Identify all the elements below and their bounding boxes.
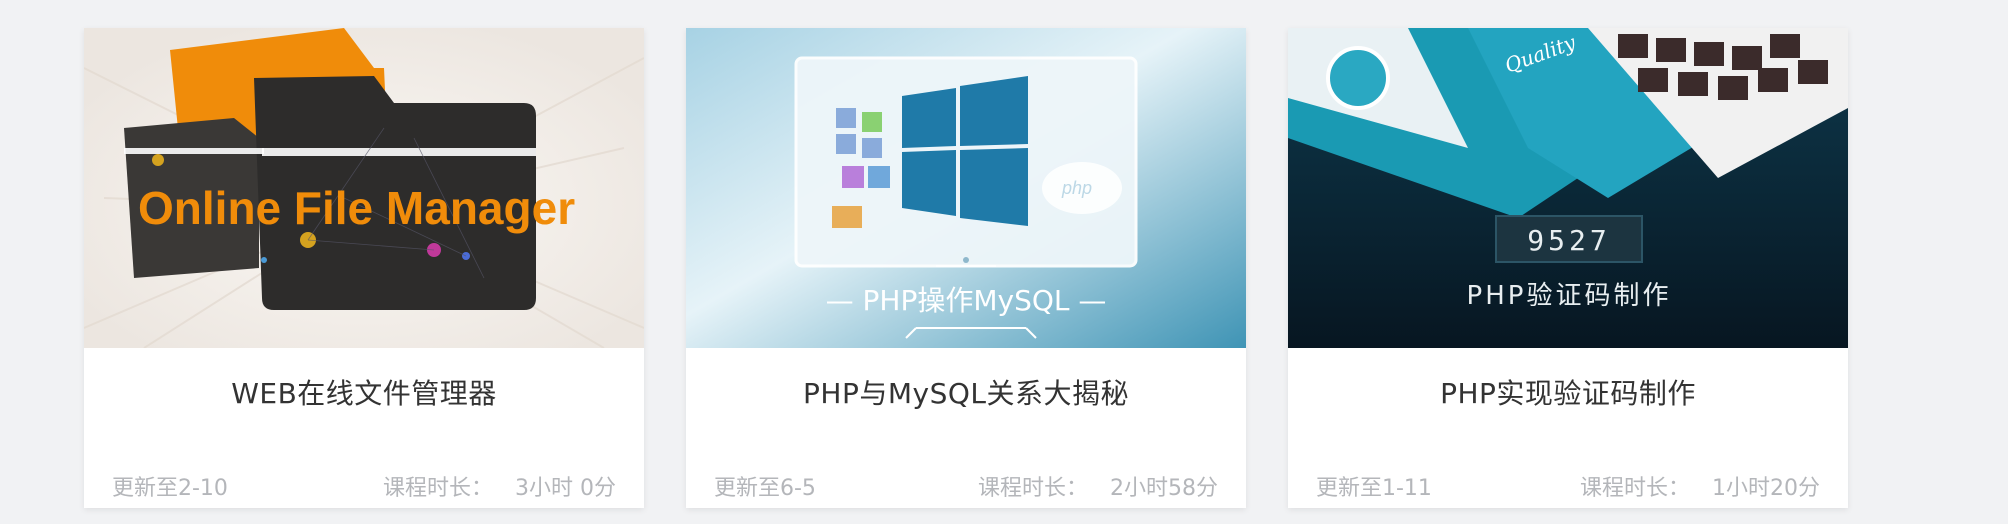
course-card-php-captcha[interactable]: Quality 9527 PHP验证码制作 PHP实现验证码制作 更新至1-11…	[1288, 28, 1848, 508]
course-card-php-mysql[interactable]: php — PHP操作MySQL — PHP与MySQL关系大揭秘 更新至6-5…	[686, 28, 1246, 508]
duration-value: 2小时58分	[1110, 476, 1218, 501]
duration: 课程时长： 2小时58分	[978, 478, 1218, 500]
thumbnail-subtext: PHP验证码制作	[1467, 281, 1672, 311]
svg-text:php: php	[1061, 178, 1092, 198]
course-thumbnail[interactable]: Online File Manager	[84, 28, 644, 348]
duration: 课程时长： 1小时20分	[1580, 478, 1820, 500]
course-title[interactable]: WEB在线文件管理器	[84, 380, 644, 408]
course-thumbnail[interactable]: php — PHP操作MySQL —	[686, 28, 1246, 348]
duration-label: 课程时长：	[382, 476, 493, 501]
thumbnail-text: — PHP操作MySQL —	[826, 284, 1107, 317]
duration-label: 课程时长：	[977, 476, 1088, 501]
duration-value: 1小时20分	[1712, 476, 1820, 501]
updated-text: 更新至6-5	[714, 476, 816, 501]
course-title[interactable]: PHP与MySQL关系大揭秘	[686, 380, 1246, 408]
duration: 课程时长： 3小时 0分	[383, 478, 616, 500]
course-card-web-file-manager[interactable]: Online File Manager WEB在线文件管理器 更新至2-10 课…	[84, 28, 644, 508]
course-title[interactable]: PHP实现验证码制作	[1288, 380, 1848, 408]
thumbnail-text: 9527	[1527, 224, 1610, 257]
duration-label: 课程时长：	[1579, 476, 1690, 501]
duration-value: 3小时 0分	[515, 476, 616, 501]
updated-text: 更新至2-10	[112, 476, 228, 501]
thumbnail-text: Online File Manager	[138, 182, 575, 234]
course-thumbnail[interactable]: Quality 9527 PHP验证码制作	[1288, 28, 1848, 348]
updated-text: 更新至1-11	[1316, 476, 1432, 501]
